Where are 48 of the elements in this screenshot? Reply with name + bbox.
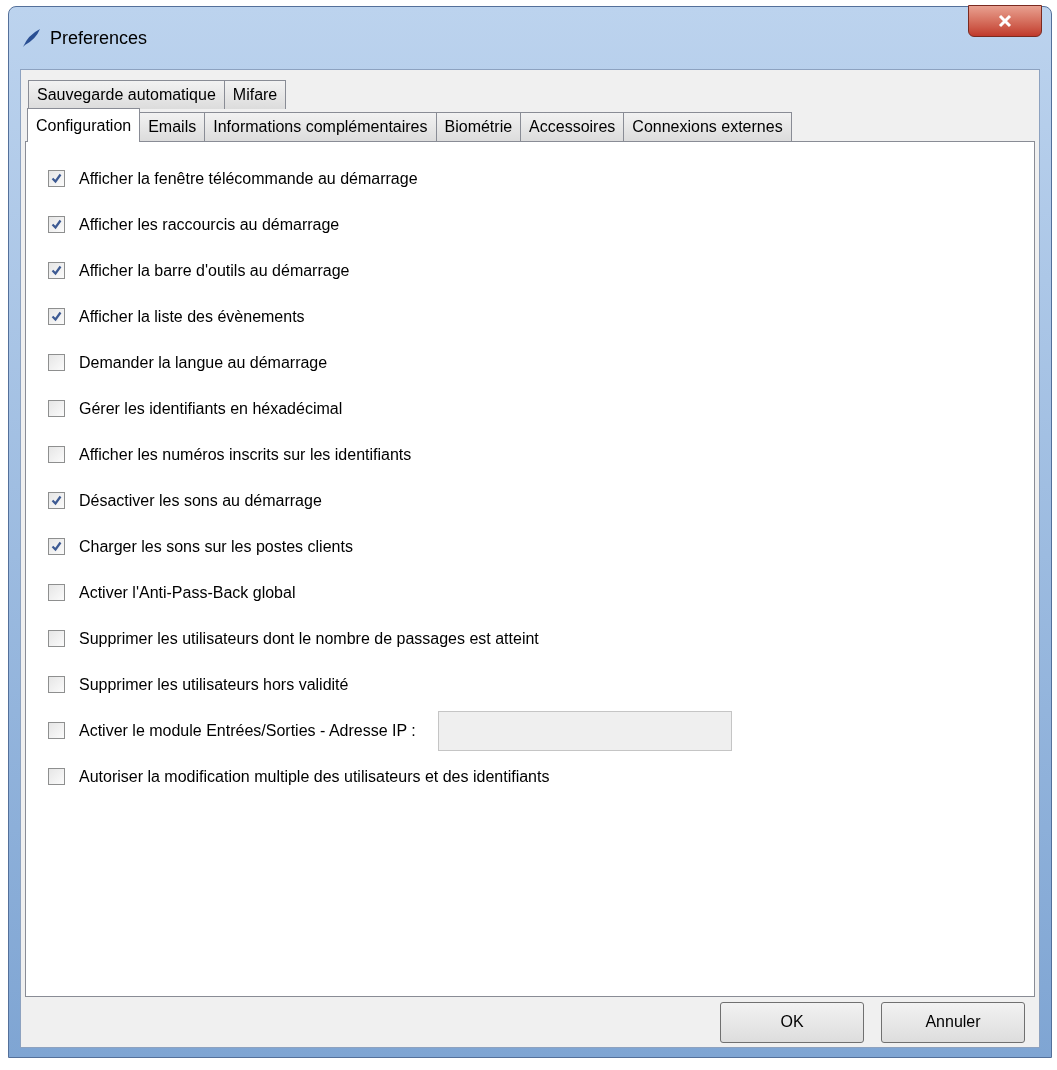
checkbox[interactable] bbox=[48, 538, 65, 555]
window-title: Preferences bbox=[50, 26, 148, 50]
tab[interactable]: Emails bbox=[139, 112, 206, 141]
checkbox[interactable] bbox=[48, 676, 65, 693]
tab[interactable]: Informations complémentaires bbox=[204, 112, 437, 141]
tab[interactable]: Mifare bbox=[223, 80, 287, 109]
checkbox[interactable] bbox=[48, 446, 65, 463]
checkmark-icon bbox=[51, 541, 62, 552]
checkmark-icon bbox=[51, 173, 62, 184]
tab[interactable]: Accessoires bbox=[520, 112, 625, 141]
close-button[interactable] bbox=[968, 5, 1042, 37]
tab[interactable]: Sauvegarde automatique bbox=[28, 80, 225, 109]
checkbox[interactable] bbox=[48, 630, 65, 647]
option-label: Afficher la barre d'outils au démarrage bbox=[79, 260, 350, 281]
option-label: Autoriser la modification multiple des utilisateurs et des identifiants bbox=[79, 766, 550, 787]
checkbox[interactable] bbox=[48, 400, 65, 417]
checkbox[interactable] bbox=[48, 170, 65, 187]
checkmark-icon bbox=[51, 311, 62, 322]
option-label: Demander la langue au démarrage bbox=[79, 352, 328, 373]
option-label: Charger les sons sur les postes clients bbox=[79, 536, 353, 557]
checkmark-icon bbox=[51, 495, 62, 506]
dialog-button[interactable]: OK bbox=[720, 1001, 864, 1043]
checkbox[interactable] bbox=[48, 492, 65, 509]
tab[interactable]: Connexions externes bbox=[623, 112, 792, 141]
option-label: Afficher les numéros inscrits sur les identifiants bbox=[79, 444, 412, 465]
checkbox[interactable] bbox=[48, 768, 65, 785]
option-label: Activer le module Entrées/Sorties - Adresse IP : bbox=[79, 720, 416, 741]
checkbox[interactable] bbox=[48, 308, 65, 325]
dialog-button[interactable]: Annuler bbox=[881, 1001, 1025, 1043]
checkbox[interactable] bbox=[48, 262, 65, 279]
option-label: Supprimer les utilisateurs dont le nombre de passages est atteint bbox=[79, 628, 539, 649]
checkmark-icon bbox=[51, 219, 62, 230]
tab[interactable]: Configuration bbox=[27, 108, 141, 142]
option-label: Gérer les identifiants en héxadécimal bbox=[79, 398, 343, 419]
checkmark-icon bbox=[51, 265, 62, 276]
option-label: Afficher la fenêtre télécommande au démarrage bbox=[79, 168, 418, 189]
checkbox[interactable] bbox=[48, 722, 65, 739]
checkbox[interactable] bbox=[48, 216, 65, 233]
option-label: Afficher la liste des évènements bbox=[79, 306, 305, 327]
option-label: Supprimer les utilisateurs hors validité bbox=[79, 674, 349, 695]
feather-icon bbox=[20, 27, 42, 49]
close-icon bbox=[998, 14, 1012, 28]
option-label: Afficher les raccourcis au démarrage bbox=[79, 214, 340, 235]
checkbox[interactable] bbox=[48, 354, 65, 371]
checkbox[interactable] bbox=[48, 584, 65, 601]
option-label: Activer l'Anti-Pass-Back global bbox=[79, 582, 296, 603]
option-label: Désactiver les sons au démarrage bbox=[79, 490, 322, 511]
tab[interactable]: Biométrie bbox=[435, 112, 522, 141]
